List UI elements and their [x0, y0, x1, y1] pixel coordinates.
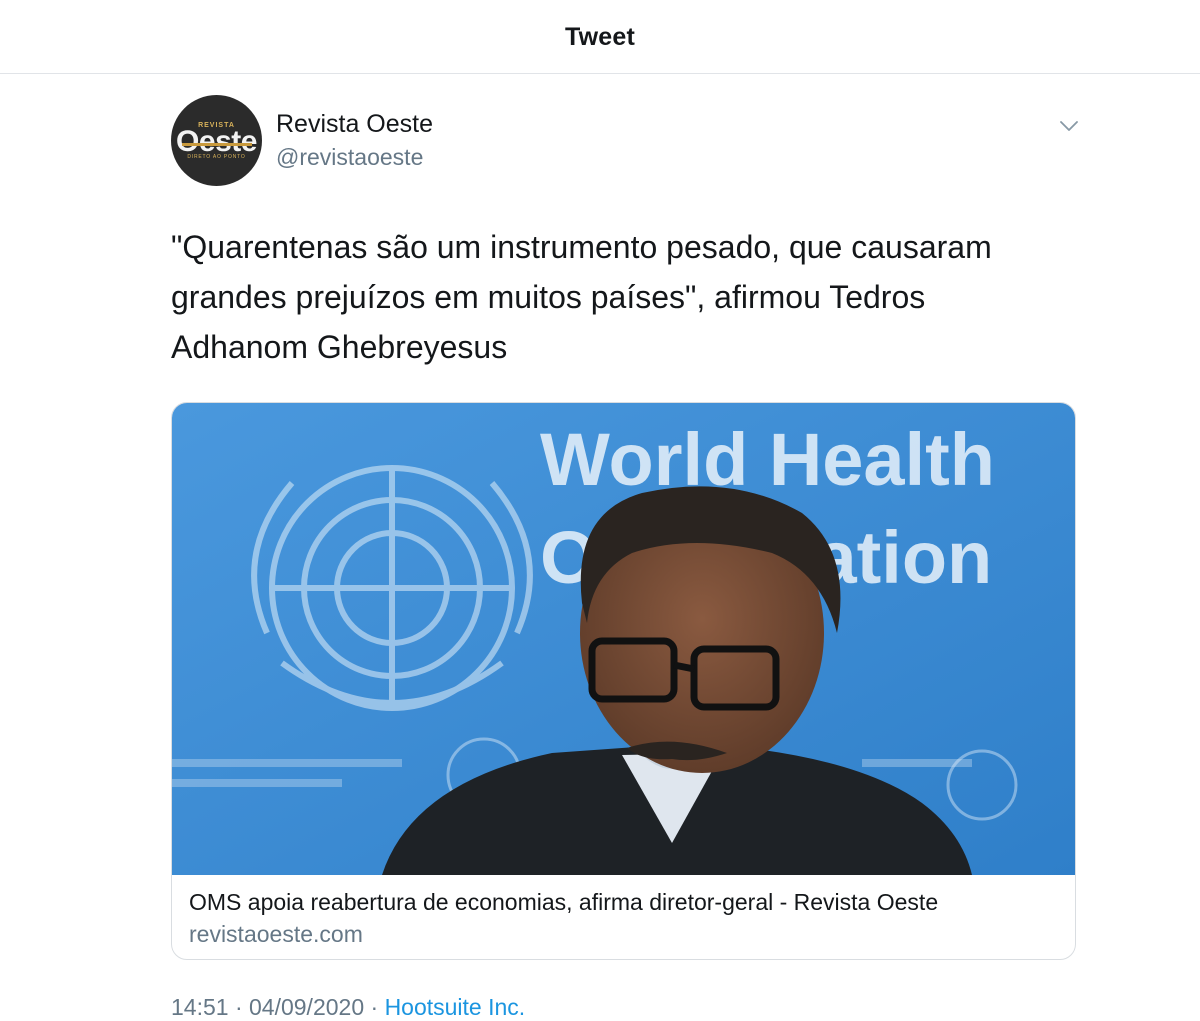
- chevron-down-icon: [1060, 120, 1078, 131]
- author-handle[interactable]: @revistaoeste: [276, 144, 423, 171]
- via-link[interactable]: Hootsuite Inc.: [385, 994, 526, 1020]
- avatar-tagline: DIRETO AO PONTO: [187, 153, 246, 160]
- avatar-underline: [181, 142, 252, 146]
- card-domain: revistaoeste.com: [189, 921, 363, 947]
- avatar[interactable]: REVISTA Oeste DIRETO AO PONTO: [171, 95, 262, 186]
- more-options-button[interactable]: [1055, 112, 1083, 140]
- card-title: OMS apoia reabertura de economias, afirm…: [189, 889, 939, 915]
- link-card[interactable]: World Health Organization OMS apoia reab…: [171, 402, 1076, 960]
- card-image: World Health Organization: [172, 403, 1075, 875]
- sign-text-line1: World Health: [540, 418, 995, 501]
- page-title: Tweet: [565, 23, 635, 51]
- tweet-timestamp: 14:51 · 04/09/2020 · Hootsuite Inc.: [171, 994, 525, 1021]
- author-name[interactable]: Revista Oeste: [276, 110, 433, 139]
- top-bar: Tweet: [0, 0, 1200, 74]
- avatar-brand: Oeste: [176, 124, 257, 158]
- tweet-text: "Quarentenas são um instrumento pesado, …: [171, 229, 992, 365]
- timestamp-text: 14:51 · 04/09/2020 ·: [171, 994, 379, 1020]
